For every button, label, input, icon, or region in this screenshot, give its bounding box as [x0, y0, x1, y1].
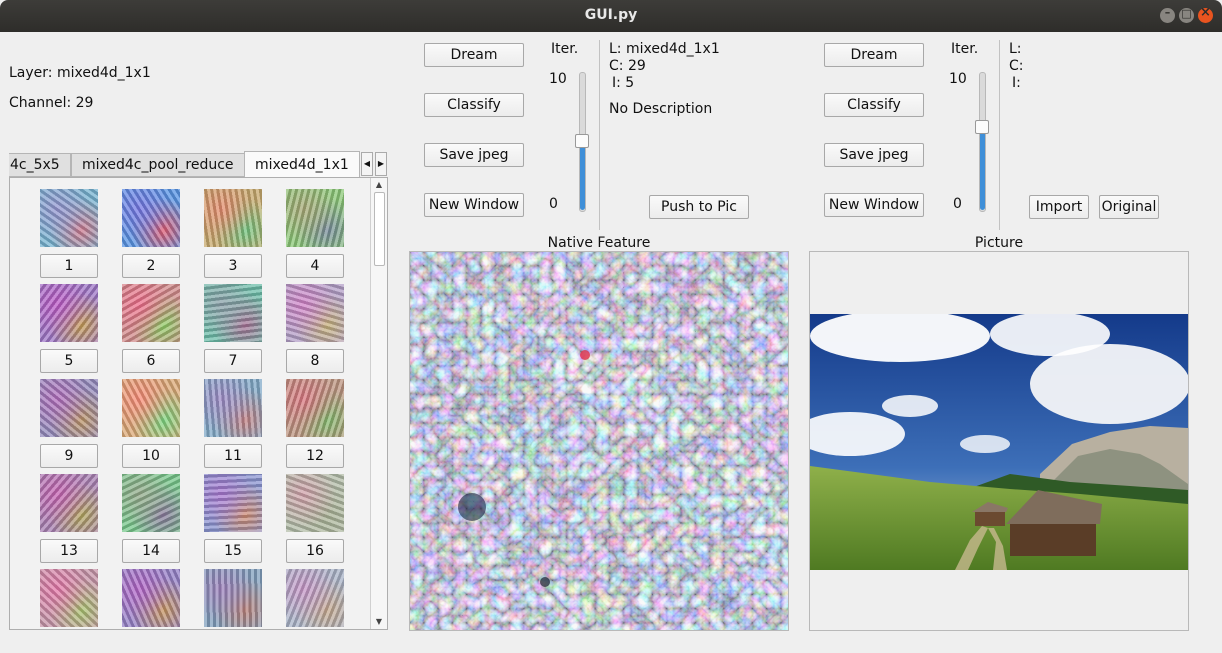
channel-thumbnail [286, 569, 344, 627]
channel-button[interactable]: 16 [286, 539, 344, 563]
iter-info-left: I: 5 [612, 75, 635, 91]
description-text: No Description [609, 101, 713, 117]
channel-button[interactable]: 12 [286, 444, 344, 468]
channel-thumbnail [204, 284, 262, 342]
channel-thumbnail [204, 379, 262, 437]
iter-max-right: 10 [949, 71, 967, 87]
slider-fill-left [580, 141, 585, 210]
classify-button-right[interactable]: Classify [824, 93, 924, 117]
channel-thumbnail [204, 189, 262, 247]
dream-button-left[interactable]: Dream [424, 43, 524, 67]
iter-min-left: 0 [549, 196, 558, 212]
tab-scroll-left-icon[interactable]: ◀ [361, 152, 373, 176]
channel-button[interactable]: 4 [286, 254, 344, 278]
save-jpeg-button-right[interactable]: Save jpeg [824, 143, 924, 167]
channel-button[interactable]: 9 [40, 444, 98, 468]
scroll-up-icon[interactable]: ▲ [371, 178, 387, 192]
channel-thumbnail [122, 474, 180, 532]
gallery-scrollbar[interactable]: ▲ ▼ [370, 178, 387, 629]
slider-handle-right[interactable] [975, 120, 989, 135]
channel-thumbnail [204, 474, 262, 532]
channel-button[interactable]: 11 [204, 444, 262, 468]
iter-label-left: Iter. [551, 41, 579, 57]
picture-panel [809, 251, 1189, 631]
picture-title: Picture [974, 235, 1024, 251]
maximize-icon[interactable] [1179, 7, 1194, 23]
push-to-pic-button[interactable]: Push to Pic [649, 195, 749, 219]
slider-fill-right [980, 127, 985, 210]
channel-thumbnail [286, 284, 344, 342]
divider-left [599, 40, 600, 230]
channel-thumbnail [122, 569, 180, 627]
channel-thumbnail [122, 189, 180, 247]
original-button[interactable]: Original [1099, 195, 1159, 219]
close-icon[interactable] [1198, 5, 1213, 23]
tab-scroll-right-icon[interactable]: ▶ [375, 152, 387, 176]
channel-gallery: 1 2 3 4 5 6 7 8 9 10 11 12 13 14 15 16 ▲ ▼ [9, 177, 388, 630]
iter-min-right: 0 [953, 196, 962, 212]
native-feature-pattern [410, 252, 788, 630]
channel-thumbnail [204, 569, 262, 627]
channel-info-right: C: [1009, 58, 1024, 74]
classify-button-left[interactable]: Classify [424, 93, 524, 117]
channel-button[interactable]: 13 [40, 539, 98, 563]
iter-max-left: 10 [549, 71, 567, 87]
scroll-down-icon[interactable]: ▼ [371, 615, 387, 629]
new-window-button-left[interactable]: New Window [424, 193, 524, 217]
channel-thumbnail [40, 379, 98, 437]
import-button[interactable]: Import [1029, 195, 1089, 219]
channel-thumbnail [122, 284, 180, 342]
channel-button[interactable]: 8 [286, 349, 344, 373]
channel-info-left: C: 29 [609, 58, 646, 74]
save-jpeg-button-left[interactable]: Save jpeg [424, 143, 524, 167]
iter-info-right: I: [1012, 75, 1021, 91]
tab-mixed4c-pool-reduce[interactable]: mixed4c_pool_reduce [71, 153, 245, 177]
layer-info-right: L: [1009, 41, 1022, 57]
channel-thumbnail [286, 379, 344, 437]
channel-thumbnail [286, 474, 344, 532]
dream-button-right[interactable]: Dream [824, 43, 924, 67]
landscape-photo [810, 314, 1188, 570]
layer-info-left: L: mixed4d_1x1 [609, 41, 720, 57]
slider-handle-left[interactable] [575, 134, 589, 148]
scrollbar-thumb[interactable] [374, 192, 385, 266]
channel-button[interactable]: 3 [204, 254, 262, 278]
layer-tabbar: 4c_5x5 mixed4c_pool_reduce mixed4d_1x1 [9, 151, 389, 178]
tab-4c-5x5[interactable]: 4c_5x5 [9, 153, 71, 177]
tab-mixed4d-1x1[interactable]: mixed4d_1x1 [244, 151, 360, 178]
channel-thumbnail [122, 379, 180, 437]
channel-thumbnail [286, 189, 344, 247]
channel-thumbnail [40, 189, 98, 247]
channel-thumbnail [40, 474, 98, 532]
native-feature-image [409, 251, 789, 631]
new-window-button-right[interactable]: New Window [824, 193, 924, 217]
window-titlebar: GUI.py [0, 0, 1222, 32]
layer-label: Layer: mixed4d_1x1 [9, 65, 151, 81]
channel-button[interactable]: 15 [204, 539, 262, 563]
channel-button[interactable]: 2 [122, 254, 180, 278]
native-feature-title: Native Feature [547, 235, 651, 251]
channel-button[interactable]: 1 [40, 254, 98, 278]
channel-button[interactable]: 14 [122, 539, 180, 563]
channel-button[interactable]: 10 [122, 444, 180, 468]
window-title: GUI.py [584, 7, 638, 23]
divider-right [999, 40, 1000, 230]
channel-button[interactable]: 5 [40, 349, 98, 373]
channel-button[interactable]: 6 [122, 349, 180, 373]
channel-thumbnail [40, 569, 98, 627]
channel-button[interactable]: 7 [204, 349, 262, 373]
minimize-icon[interactable] [1160, 6, 1175, 23]
channel-label: Channel: 29 [9, 95, 94, 111]
channel-thumbnail [40, 284, 98, 342]
iter-label-right: Iter. [951, 41, 979, 57]
